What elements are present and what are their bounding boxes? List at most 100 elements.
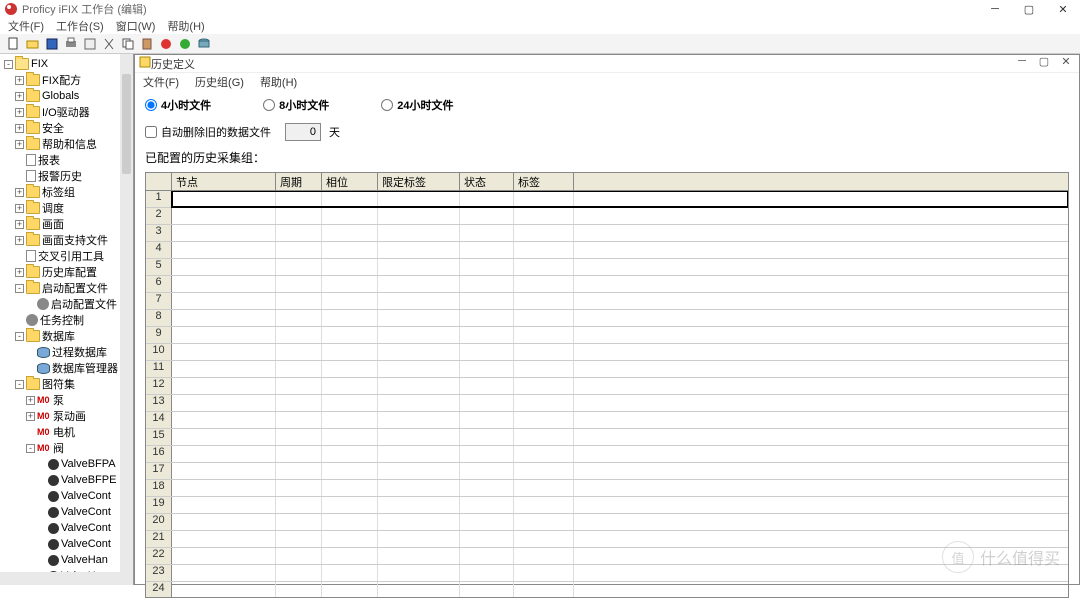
- table-row[interactable]: 17: [146, 463, 1068, 480]
- grid-cell[interactable]: [276, 327, 322, 343]
- grid-cell[interactable]: [378, 242, 460, 258]
- table-row[interactable]: 11: [146, 361, 1068, 378]
- column-header[interactable]: 状态: [460, 173, 514, 190]
- tree-item[interactable]: 报表: [0, 152, 133, 168]
- grid-cell[interactable]: [514, 412, 574, 428]
- tree-twisty[interactable]: +: [15, 92, 24, 101]
- inner-close[interactable]: ✕: [1055, 55, 1077, 68]
- tree-item[interactable]: +帮助和信息: [0, 136, 133, 152]
- tree-item[interactable]: +I/O驱动器: [0, 104, 133, 120]
- grid-cell[interactable]: [322, 344, 378, 360]
- tool-db[interactable]: [196, 36, 212, 52]
- grid-cell[interactable]: [460, 242, 514, 258]
- grid-cell[interactable]: [172, 582, 276, 597]
- autodelete-checkbox[interactable]: [145, 126, 157, 138]
- grid-cell[interactable]: [460, 548, 514, 564]
- row-number[interactable]: 24: [146, 582, 172, 597]
- grid-cell[interactable]: [322, 327, 378, 343]
- inner-menu-file[interactable]: 文件(F): [143, 74, 179, 90]
- grid-cell[interactable]: [276, 531, 322, 547]
- grid-cell[interactable]: [172, 276, 276, 292]
- tree-scrollbar-h[interactable]: [0, 572, 120, 585]
- column-header[interactable]: 节点: [172, 173, 276, 190]
- tree-item[interactable]: +画面: [0, 216, 133, 232]
- row-number[interactable]: 6: [146, 276, 172, 292]
- grid-cell[interactable]: [378, 412, 460, 428]
- grid-cell[interactable]: [322, 208, 378, 224]
- grid-cell[interactable]: [172, 480, 276, 496]
- radio-1[interactable]: 8小时文件: [263, 97, 329, 113]
- row-number[interactable]: 9: [146, 327, 172, 343]
- table-row[interactable]: 15: [146, 429, 1068, 446]
- row-number[interactable]: 23: [146, 565, 172, 581]
- grid-cell[interactable]: [276, 208, 322, 224]
- tree-twisty[interactable]: +: [15, 204, 24, 213]
- grid-cell[interactable]: [322, 310, 378, 326]
- tree-twisty[interactable]: +: [26, 396, 35, 405]
- table-row[interactable]: 12: [146, 378, 1068, 395]
- tree-twisty[interactable]: +: [15, 268, 24, 277]
- grid-cell[interactable]: [514, 191, 574, 207]
- grid-cell[interactable]: [276, 565, 322, 581]
- tree-twisty[interactable]: +: [15, 236, 24, 245]
- tool-copy[interactable]: [120, 36, 136, 52]
- grid-cell[interactable]: [378, 429, 460, 445]
- tree-twisty[interactable]: +: [15, 220, 24, 229]
- grid-cell[interactable]: [276, 361, 322, 377]
- grid-cell[interactable]: [322, 429, 378, 445]
- radio-input[interactable]: [381, 99, 393, 111]
- grid-cell[interactable]: [514, 548, 574, 564]
- grid-cell[interactable]: [460, 208, 514, 224]
- grid-cell[interactable]: [322, 446, 378, 462]
- grid-cell[interactable]: [276, 548, 322, 564]
- grid-cell[interactable]: [514, 344, 574, 360]
- grid-cell[interactable]: [172, 514, 276, 530]
- grid-cell[interactable]: [460, 293, 514, 309]
- row-number[interactable]: 10: [146, 344, 172, 360]
- grid-cell[interactable]: [172, 378, 276, 394]
- grid-cell[interactable]: [276, 463, 322, 479]
- grid-cell[interactable]: [172, 225, 276, 241]
- grid-cell[interactable]: [172, 327, 276, 343]
- tree-item[interactable]: 交叉引用工具: [0, 248, 133, 264]
- table-row[interactable]: 13: [146, 395, 1068, 412]
- grid-cell[interactable]: [276, 514, 322, 530]
- tree-twisty[interactable]: +: [26, 412, 35, 421]
- table-row[interactable]: 21: [146, 531, 1068, 548]
- grid-cell[interactable]: [378, 293, 460, 309]
- row-number[interactable]: 16: [146, 446, 172, 462]
- row-number[interactable]: 4: [146, 242, 172, 258]
- grid-cell[interactable]: [172, 344, 276, 360]
- grid-cell[interactable]: [460, 480, 514, 496]
- tree-item[interactable]: -启动配置文件: [0, 280, 133, 296]
- table-row[interactable]: 19: [146, 497, 1068, 514]
- grid-cell[interactable]: [514, 327, 574, 343]
- tree-twisty[interactable]: +: [15, 76, 24, 85]
- tree-item[interactable]: +Globals: [0, 88, 133, 104]
- grid-cell[interactable]: [514, 259, 574, 275]
- row-number[interactable]: 12: [146, 378, 172, 394]
- inner-maximize[interactable]: ▢: [1033, 55, 1055, 68]
- radio-input[interactable]: [145, 99, 157, 111]
- tree-twisty[interactable]: -: [15, 380, 24, 389]
- grid-cell[interactable]: [172, 548, 276, 564]
- grid-cell[interactable]: [378, 497, 460, 513]
- grid-cell[interactable]: [322, 225, 378, 241]
- tree-twisty[interactable]: -: [26, 444, 35, 453]
- radio-2[interactable]: 24小时文件: [381, 97, 453, 113]
- grid-cell[interactable]: [172, 463, 276, 479]
- tree-item[interactable]: -数据库: [0, 328, 133, 344]
- grid-cell[interactable]: [378, 191, 460, 207]
- radio-input[interactable]: [263, 99, 275, 111]
- grid-cell[interactable]: [460, 344, 514, 360]
- tree-item[interactable]: +FIX配方: [0, 72, 133, 88]
- grid-cell[interactable]: [378, 395, 460, 411]
- grid-cell[interactable]: [378, 480, 460, 496]
- grid-cell[interactable]: [322, 412, 378, 428]
- table-row[interactable]: 9: [146, 327, 1068, 344]
- tree-scrollbar-v[interactable]: [120, 54, 133, 585]
- grid-cell[interactable]: [514, 463, 574, 479]
- tree-item[interactable]: 启动配置文件: [0, 296, 133, 312]
- row-number[interactable]: 18: [146, 480, 172, 496]
- grid-cell[interactable]: [172, 395, 276, 411]
